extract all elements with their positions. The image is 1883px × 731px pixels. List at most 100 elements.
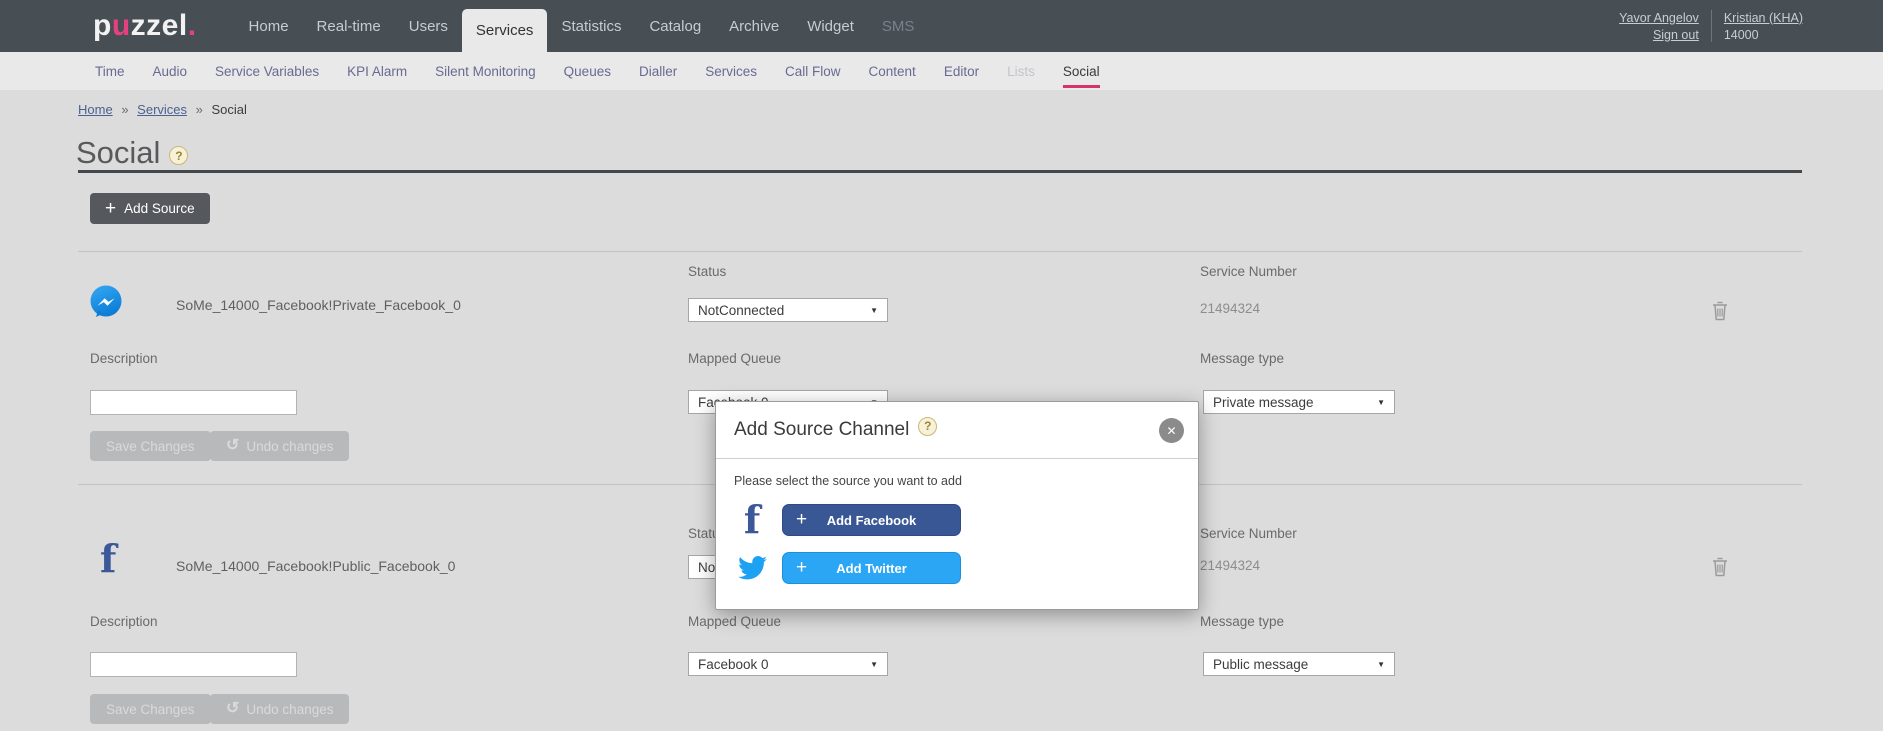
subnav-item-social[interactable]: Social [1063, 64, 1100, 79]
mapped-queue-select[interactable]: Facebook 0 ▼ [688, 652, 888, 676]
source-name: SoMe_14000_Facebook!Private_Facebook_0 [176, 297, 461, 313]
breadcrumb-current: Social [212, 102, 247, 117]
service-number-label: Service Number [1200, 526, 1297, 541]
close-icon: ✕ [1166, 424, 1176, 438]
description-label: Description [90, 614, 158, 629]
modal-close-button[interactable]: ✕ [1159, 418, 1184, 443]
modal-header: Add Source Channel ? ✕ [716, 402, 1198, 459]
page-help-icon[interactable]: ? [169, 146, 188, 165]
subnav-item-content[interactable]: Content [869, 64, 916, 79]
divider [1711, 10, 1712, 42]
chevron-down-icon: ▼ [1377, 398, 1385, 407]
nav-item-home[interactable]: Home [235, 0, 303, 52]
add-twitter-label: Add Twitter [836, 561, 907, 576]
subnav-item-service-variables[interactable]: Service Variables [215, 64, 319, 79]
undo-changes-button[interactable]: ↺ Undo changes [210, 694, 349, 724]
trash-icon [1712, 301, 1728, 321]
subnav-item-queues[interactable]: Queues [564, 64, 611, 79]
undo-icon: ↺ [226, 438, 239, 454]
add-facebook-button[interactable]: + Add Facebook [782, 504, 961, 536]
description-input[interactable] [90, 390, 297, 415]
user-area: Yavor Angelov Sign out Kristian (KHA) 14… [1619, 0, 1803, 52]
main-nav: Home Real-time Users Services Statistics… [235, 0, 929, 52]
user-name-link[interactable]: Yavor Angelov [1619, 11, 1699, 25]
breadcrumb-services-link[interactable]: Services [137, 102, 187, 117]
status-label: Status [688, 264, 726, 279]
subnav-item-kpi-alarm[interactable]: KPI Alarm [347, 64, 407, 79]
undo-changes-label: Undo changes [246, 439, 333, 454]
subnav-item-services[interactable]: Services [705, 64, 757, 79]
add-source-label: Add Source [124, 201, 195, 216]
mapped-queue-label: Mapped Queue [688, 351, 781, 366]
message-type-select[interactable]: Private message ▼ [1203, 390, 1395, 414]
facebook-icon: f [100, 540, 116, 578]
page: puzzel. Home Real-time Users Services St… [0, 0, 1883, 731]
logo-part: u [112, 9, 131, 43]
description-input[interactable] [90, 652, 297, 677]
chevron-down-icon: ▼ [870, 660, 878, 669]
add-facebook-label: Add Facebook [827, 513, 917, 528]
add-twitter-button[interactable]: + Add Twitter [782, 552, 961, 584]
nav-item-users[interactable]: Users [395, 0, 462, 52]
facebook-option-row: f + Add Facebook [734, 501, 1180, 539]
subnav-item-silent-monitoring[interactable]: Silent Monitoring [435, 64, 536, 79]
breadcrumb-separator: » [121, 102, 128, 117]
undo-icon: ↺ [226, 701, 239, 717]
subnav-item-time[interactable]: Time [95, 64, 125, 79]
save-changes-label: Save Changes [106, 439, 195, 454]
nav-item-sms: SMS [868, 0, 929, 52]
undo-changes-button[interactable]: ↺ Undo changes [210, 431, 349, 461]
plus-icon: + [105, 199, 116, 218]
status-select[interactable]: NotConnected ▼ [688, 298, 888, 322]
message-type-label: Message type [1200, 351, 1284, 366]
plus-icon: + [796, 509, 807, 531]
twitter-icon [734, 556, 770, 580]
source-name: SoMe_14000_Facebook!Public_Facebook_0 [176, 558, 455, 574]
puzzel-logo[interactable]: puzzel. [93, 0, 197, 52]
nav-item-catalog[interactable]: Catalog [635, 0, 715, 52]
delete-source-button[interactable] [1712, 557, 1728, 577]
add-source-channel-modal: Add Source Channel ? ✕ Please select the… [715, 401, 1199, 610]
customer-number: 14000 [1724, 28, 1803, 42]
subnav-item-audio[interactable]: Audio [153, 64, 188, 79]
services-sub-nav: Time Audio Service Variables KPI Alarm S… [0, 52, 1883, 90]
message-type-select-value: Public message [1213, 657, 1308, 672]
chevron-down-icon: ▼ [870, 306, 878, 315]
logo-part: p [93, 9, 112, 43]
message-type-label: Message type [1200, 614, 1284, 629]
nav-item-archive[interactable]: Archive [715, 0, 793, 52]
mapped-queue-label: Mapped Queue [688, 614, 781, 629]
nav-item-real-time[interactable]: Real-time [303, 0, 395, 52]
service-number-value: 21494324 [1200, 558, 1260, 573]
modal-help-icon[interactable]: ? [918, 417, 937, 436]
customer-info: Kristian (KHA) 14000 [1724, 11, 1803, 42]
add-source-button[interactable]: + Add Source [90, 193, 210, 224]
plus-icon: + [796, 557, 807, 579]
mapped-queue-select-value: Facebook 0 [698, 657, 769, 672]
nav-item-statistics[interactable]: Statistics [547, 0, 635, 52]
page-title: Social ? [76, 135, 188, 171]
facebook-icon: f [734, 501, 770, 539]
delete-source-button[interactable] [1712, 301, 1728, 321]
twitter-option-row: + Add Twitter [734, 552, 1180, 584]
save-changes-button[interactable]: Save Changes [90, 431, 211, 461]
save-changes-button[interactable]: Save Changes [90, 694, 211, 724]
title-divider [78, 170, 1802, 173]
breadcrumb-home-link[interactable]: Home [78, 102, 113, 117]
breadcrumb-separator: » [196, 102, 203, 117]
status-select-value: NotConnected [698, 303, 784, 318]
sign-out-link[interactable]: Sign out [1653, 28, 1699, 42]
modal-prompt: Please select the source you want to add [734, 474, 1180, 488]
subnav-item-dialler[interactable]: Dialler [639, 64, 677, 79]
subnav-item-lists: Lists [1007, 64, 1035, 79]
subnav-item-call-flow[interactable]: Call Flow [785, 64, 841, 79]
nav-item-services[interactable]: Services [462, 9, 548, 52]
breadcrumb: Home » Services » Social [78, 102, 247, 117]
chevron-down-icon: ▼ [1377, 660, 1385, 669]
message-type-select[interactable]: Public message ▼ [1203, 652, 1395, 676]
nav-item-widget[interactable]: Widget [793, 0, 868, 52]
subnav-item-editor[interactable]: Editor [944, 64, 979, 79]
save-changes-label: Save Changes [106, 702, 195, 717]
customer-link[interactable]: Kristian (KHA) [1724, 11, 1803, 25]
trash-icon [1712, 557, 1728, 577]
